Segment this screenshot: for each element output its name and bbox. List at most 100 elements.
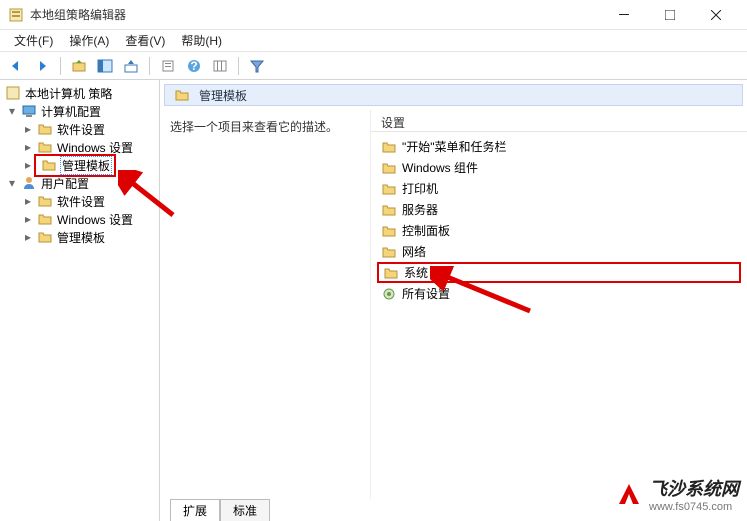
tree-user-config[interactable]: ▾ 用户配置 <box>0 174 159 192</box>
close-button[interactable] <box>693 0 739 30</box>
list-area: 选择一个项目来查看它的描述。 设置 "开始"菜单和任务栏 Windows 组件 <box>160 110 747 499</box>
up-button[interactable] <box>67 55 91 77</box>
toolbar-separator <box>149 57 150 75</box>
settings-list: "开始"菜单和任务栏 Windows 组件 打印机 服务器 <box>371 132 747 308</box>
setting-label: 系统 <box>404 264 428 281</box>
toolbar-separator <box>238 57 239 75</box>
properties-button[interactable] <box>156 55 180 77</box>
nav-tree[interactable]: 本地计算机 策略 ▾ 计算机配置 ▸ 软件设置 ▸ Windows 设置 ▸ 管… <box>0 80 160 521</box>
setting-windows-components[interactable]: Windows 组件 <box>377 157 741 178</box>
tree-admin-templates[interactable]: ▸ 管理模板 <box>0 228 159 246</box>
policy-icon <box>5 85 21 101</box>
tree-label: 管理模板 <box>60 156 112 175</box>
tree-label: 管理模板 <box>56 229 106 246</box>
setting-label: 打印机 <box>402 180 438 197</box>
folder-icon <box>37 193 53 209</box>
setting-control-panel[interactable]: 控制面板 <box>377 220 741 241</box>
tree-label: 计算机配置 <box>40 103 102 120</box>
forward-button[interactable] <box>30 55 54 77</box>
export-list-button[interactable] <box>119 55 143 77</box>
window-title: 本地组策略编辑器 <box>30 6 601 23</box>
svg-text:?: ? <box>190 59 197 73</box>
setting-label: 网络 <box>402 243 426 260</box>
collapse-icon[interactable]: ▾ <box>6 176 18 190</box>
tree-label: 软件设置 <box>56 121 106 138</box>
folder-icon <box>174 87 190 103</box>
computer-icon <box>21 103 37 119</box>
toolbar: ? <box>0 52 747 80</box>
watermark: 飞沙系统网 www.fs0745.com <box>615 475 739 513</box>
watermark-url: www.fs0745.com <box>649 501 739 513</box>
expand-icon[interactable]: ▸ <box>22 230 34 244</box>
setting-all-settings[interactable]: 所有设置 <box>377 283 741 304</box>
tree-label: 本地计算机 策略 <box>24 85 113 102</box>
path-bar: 管理模板 <box>164 84 743 106</box>
folder-icon <box>381 244 397 260</box>
tree-label: Windows 设置 <box>56 211 134 228</box>
folder-icon <box>381 139 397 155</box>
show-hide-tree-button[interactable] <box>93 55 117 77</box>
details-pane: 管理模板 选择一个项目来查看它的描述。 设置 "开始"菜单和任务栏 Window… <box>160 80 747 521</box>
app-icon <box>8 7 24 23</box>
setting-label: 服务器 <box>402 201 438 218</box>
setting-label: 控制面板 <box>402 222 450 239</box>
folder-icon <box>381 160 397 176</box>
highlight-box: 管理模板 <box>34 154 116 177</box>
setting-label: "开始"菜单和任务栏 <box>402 138 507 155</box>
tree-label: 软件设置 <box>56 193 106 210</box>
refresh-button[interactable] <box>208 55 232 77</box>
toolbar-separator <box>60 57 61 75</box>
help-button[interactable]: ? <box>182 55 206 77</box>
maximize-button[interactable] <box>647 0 693 30</box>
menu-view[interactable]: 查看(V) <box>117 30 173 51</box>
tab-extended[interactable]: 扩展 <box>170 499 220 521</box>
tree-computer-config[interactable]: ▾ 计算机配置 <box>0 102 159 120</box>
title-bar: 本地组策略编辑器 <box>0 0 747 30</box>
path-label: 管理模板 <box>199 87 247 104</box>
description-pane: 选择一个项目来查看它的描述。 <box>160 110 370 499</box>
watermark-name: 飞沙系统网 <box>649 475 739 501</box>
setting-startmenu[interactable]: "开始"菜单和任务栏 <box>377 136 741 157</box>
expand-icon[interactable]: ▸ <box>22 122 34 136</box>
folder-icon <box>37 211 53 227</box>
setting-system[interactable]: 系统 <box>377 262 741 283</box>
folder-icon <box>381 202 397 218</box>
collapse-icon[interactable]: ▾ <box>6 104 18 118</box>
setting-server[interactable]: 服务器 <box>377 199 741 220</box>
settings-icon <box>381 286 397 302</box>
tree-software-settings[interactable]: ▸ 软件设置 <box>0 120 159 138</box>
back-button[interactable] <box>4 55 28 77</box>
tree-root[interactable]: 本地计算机 策略 <box>0 84 159 102</box>
folder-icon <box>37 121 53 137</box>
tree-software-settings[interactable]: ▸ 软件设置 <box>0 192 159 210</box>
setting-network[interactable]: 网络 <box>377 241 741 262</box>
setting-label: 所有设置 <box>402 285 450 302</box>
folder-icon <box>383 265 399 281</box>
expand-icon[interactable]: ▸ <box>22 140 34 154</box>
setting-printer[interactable]: 打印机 <box>377 178 741 199</box>
folder-icon <box>381 223 397 239</box>
menu-file[interactable]: 文件(F) <box>6 30 61 51</box>
menu-help[interactable]: 帮助(H) <box>173 30 230 51</box>
folder-icon <box>381 181 397 197</box>
menu-bar: 文件(F) 操作(A) 查看(V) 帮助(H) <box>0 30 747 52</box>
tab-standard[interactable]: 标准 <box>220 499 270 521</box>
tree-admin-templates[interactable]: ▸ 管理模板 <box>0 156 159 174</box>
settings-header[interactable]: 设置 <box>371 110 747 132</box>
folder-icon <box>37 229 53 245</box>
setting-label: Windows 组件 <box>402 159 478 176</box>
folder-icon <box>41 157 57 173</box>
minimize-button[interactable] <box>601 0 647 30</box>
tree-label: 用户配置 <box>40 175 90 192</box>
content-area: 本地计算机 策略 ▾ 计算机配置 ▸ 软件设置 ▸ Windows 设置 ▸ 管… <box>0 80 747 521</box>
watermark-icon <box>615 480 643 508</box>
expand-icon[interactable]: ▸ <box>22 212 34 226</box>
tree-windows-settings[interactable]: ▸ Windows 设置 <box>0 210 159 228</box>
expand-icon[interactable]: ▸ <box>22 194 34 208</box>
menu-action[interactable]: 操作(A) <box>61 30 117 51</box>
user-icon <box>21 175 37 191</box>
description-text: 选择一个项目来查看它的描述。 <box>170 118 360 135</box>
settings-pane: 设置 "开始"菜单和任务栏 Windows 组件 打印机 <box>370 110 747 499</box>
expand-icon[interactable]: ▸ <box>22 158 34 172</box>
filter-button[interactable] <box>245 55 269 77</box>
